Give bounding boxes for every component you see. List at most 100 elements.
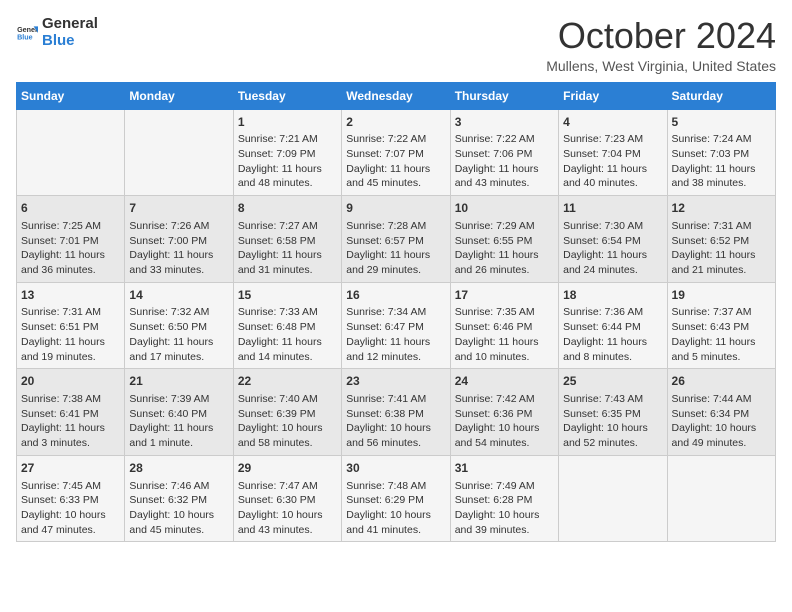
day-number: 26 [672,373,771,390]
calendar-cell: 16Sunrise: 7:34 AMSunset: 6:47 PMDayligh… [342,282,450,369]
day-info: Sunrise: 7:27 AMSunset: 6:58 PMDaylight:… [238,219,337,278]
day-number: 24 [455,373,554,390]
day-number: 30 [346,460,445,477]
day-info: Sunrise: 7:36 AMSunset: 6:44 PMDaylight:… [563,305,662,364]
day-info: Sunrise: 7:32 AMSunset: 6:50 PMDaylight:… [129,305,228,364]
calendar-cell: 28 Sunrise: 7:46 AMSunset: 6:32 PMDayligh… [125,455,233,542]
calendar-cell: 6 Sunrise: 7:25 AMSunset: 7:01 PMDaylight… [17,196,125,283]
logo-text-blue: Blue [42,33,98,50]
day-info: Sunrise: 7:43 AMSunset: 6:35 PMDaylight:… [563,392,662,451]
day-info: Sunrise: 7:41 AMSunset: 6:38 PMDaylight:… [346,392,445,451]
calendar-cell: 24 Sunrise: 7:42 AMSunset: 6:36 PMDayligh… [450,369,558,456]
day-info: Sunrise: 7:24 AMSunset: 7:03 PMDaylight:… [672,132,771,191]
day-number: 17 [455,287,554,304]
day-number: 27 [21,460,120,477]
day-info: Sunrise: 7:45 AMSunset: 6:33 PMDaylight:… [21,479,120,538]
day-number: 20 [21,373,120,390]
day-number: 11 [563,200,662,217]
calendar-cell: 21 Sunrise: 7:39 AMSunset: 6:40 PMDayligh… [125,369,233,456]
day-number: 29 [238,460,337,477]
day-number: 7 [129,200,228,217]
day-header-wednesday: Wednesday [342,82,450,109]
calendar-cell: 10Sunrise: 7:29 AMSunset: 6:55 PMDayligh… [450,196,558,283]
month-title: October 2024 [546,16,776,56]
calendar-cell: 2Sunrise: 7:22 AMSunset: 7:07 PMDaylight… [342,109,450,196]
day-info: Sunrise: 7:23 AMSunset: 7:04 PMDaylight:… [563,132,662,191]
calendar-cell: 1Sunrise: 7:21 AMSunset: 7:09 PMDaylight… [233,109,341,196]
calendar-week-row: 1Sunrise: 7:21 AMSunset: 7:09 PMDaylight… [17,109,776,196]
day-number: 28 [129,460,228,477]
day-info: Sunrise: 7:25 AMSunset: 7:01 PMDaylight:… [21,219,120,278]
day-number: 19 [672,287,771,304]
day-number: 13 [21,287,120,304]
day-number: 4 [563,114,662,131]
day-number: 21 [129,373,228,390]
calendar-cell [559,455,667,542]
calendar-cell: 12Sunrise: 7:31 AMSunset: 6:52 PMDayligh… [667,196,775,283]
calendar-cell: 19Sunrise: 7:37 AMSunset: 6:43 PMDayligh… [667,282,775,369]
calendar-cell: 13Sunrise: 7:31 AMSunset: 6:51 PMDayligh… [17,282,125,369]
calendar-week-row: 20 Sunrise: 7:38 AMSunset: 6:41 PMDayligh… [17,369,776,456]
calendar-cell: 4Sunrise: 7:23 AMSunset: 7:04 PMDaylight… [559,109,667,196]
calendar-cell: 31Sunrise: 7:49 AMSunset: 6:28 PMDayligh… [450,455,558,542]
calendar-cell: 18Sunrise: 7:36 AMSunset: 6:44 PMDayligh… [559,282,667,369]
calendar-cell [667,455,775,542]
day-info: Sunrise: 7:21 AMSunset: 7:09 PMDaylight:… [238,132,337,191]
day-info: Sunrise: 7:31 AMSunset: 6:51 PMDaylight:… [21,305,120,364]
logo-icon: General Blue [16,22,38,44]
calendar-cell: 15Sunrise: 7:33 AMSunset: 6:48 PMDayligh… [233,282,341,369]
day-info: Sunrise: 7:46 AMSunset: 6:32 PMDaylight:… [129,479,228,538]
day-info: Sunrise: 7:47 AMSunset: 6:30 PMDaylight:… [238,479,337,538]
day-info: Sunrise: 7:39 AMSunset: 6:40 PMDaylight:… [129,392,228,451]
calendar-cell: 26Sunrise: 7:44 AMSunset: 6:34 PMDayligh… [667,369,775,456]
day-info: Sunrise: 7:28 AMSunset: 6:57 PMDaylight:… [346,219,445,278]
day-number: 5 [672,114,771,131]
day-number: 10 [455,200,554,217]
calendar-cell: 30Sunrise: 7:48 AMSunset: 6:29 PMDayligh… [342,455,450,542]
calendar-cell: 5Sunrise: 7:24 AMSunset: 7:03 PMDaylight… [667,109,775,196]
calendar-cell: 7 Sunrise: 7:26 AMSunset: 7:00 PMDaylight… [125,196,233,283]
day-header-thursday: Thursday [450,82,558,109]
day-info: Sunrise: 7:34 AMSunset: 6:47 PMDaylight:… [346,305,445,364]
day-number: 6 [21,200,120,217]
day-number: 9 [346,200,445,217]
day-number: 2 [346,114,445,131]
calendar-cell: 8 Sunrise: 7:27 AMSunset: 6:58 PMDaylight… [233,196,341,283]
day-number: 15 [238,287,337,304]
calendar-table: SundayMondayTuesdayWednesdayThursdayFrid… [16,82,776,543]
day-info: Sunrise: 7:22 AMSunset: 7:06 PMDaylight:… [455,132,554,191]
logo-text-general: General [42,16,98,33]
day-info: Sunrise: 7:35 AMSunset: 6:46 PMDaylight:… [455,305,554,364]
day-info: Sunrise: 7:26 AMSunset: 7:00 PMDaylight:… [129,219,228,278]
day-number: 23 [346,373,445,390]
day-info: Sunrise: 7:49 AMSunset: 6:28 PMDaylight:… [455,479,554,538]
calendar-cell: 27 Sunrise: 7:45 AMSunset: 6:33 PMDayligh… [17,455,125,542]
title-block: October 2024 Mullens, West Virginia, Uni… [546,16,776,74]
day-header-monday: Monday [125,82,233,109]
day-info: Sunrise: 7:30 AMSunset: 6:54 PMDaylight:… [563,219,662,278]
calendar-cell: 3Sunrise: 7:22 AMSunset: 7:06 PMDaylight… [450,109,558,196]
calendar-cell: 23 Sunrise: 7:41 AMSunset: 6:38 PMDayligh… [342,369,450,456]
calendar-cell: 22Sunrise: 7:40 AMSunset: 6:39 PMDayligh… [233,369,341,456]
day-number: 3 [455,114,554,131]
calendar-cell: 9 Sunrise: 7:28 AMSunset: 6:57 PMDaylight… [342,196,450,283]
calendar-cell [17,109,125,196]
day-header-sunday: Sunday [17,82,125,109]
day-info: Sunrise: 7:38 AMSunset: 6:41 PMDaylight:… [21,392,120,451]
calendar-week-row: 6 Sunrise: 7:25 AMSunset: 7:01 PMDaylight… [17,196,776,283]
page-header: General Blue General Blue October 2024 M… [16,16,776,74]
day-info: Sunrise: 7:40 AMSunset: 6:39 PMDaylight:… [238,392,337,451]
day-number: 8 [238,200,337,217]
calendar-header-row: SundayMondayTuesdayWednesdayThursdayFrid… [17,82,776,109]
day-number: 16 [346,287,445,304]
day-number: 14 [129,287,228,304]
location: Mullens, West Virginia, United States [546,58,776,74]
calendar-cell: 11 Sunrise: 7:30 AMSunset: 6:54 PMDayligh… [559,196,667,283]
calendar-week-row: 13Sunrise: 7:31 AMSunset: 6:51 PMDayligh… [17,282,776,369]
logo: General Blue General Blue [16,16,98,49]
day-header-friday: Friday [559,82,667,109]
calendar-cell [125,109,233,196]
day-info: Sunrise: 7:42 AMSunset: 6:36 PMDaylight:… [455,392,554,451]
day-info: Sunrise: 7:37 AMSunset: 6:43 PMDaylight:… [672,305,771,364]
day-number: 1 [238,114,337,131]
